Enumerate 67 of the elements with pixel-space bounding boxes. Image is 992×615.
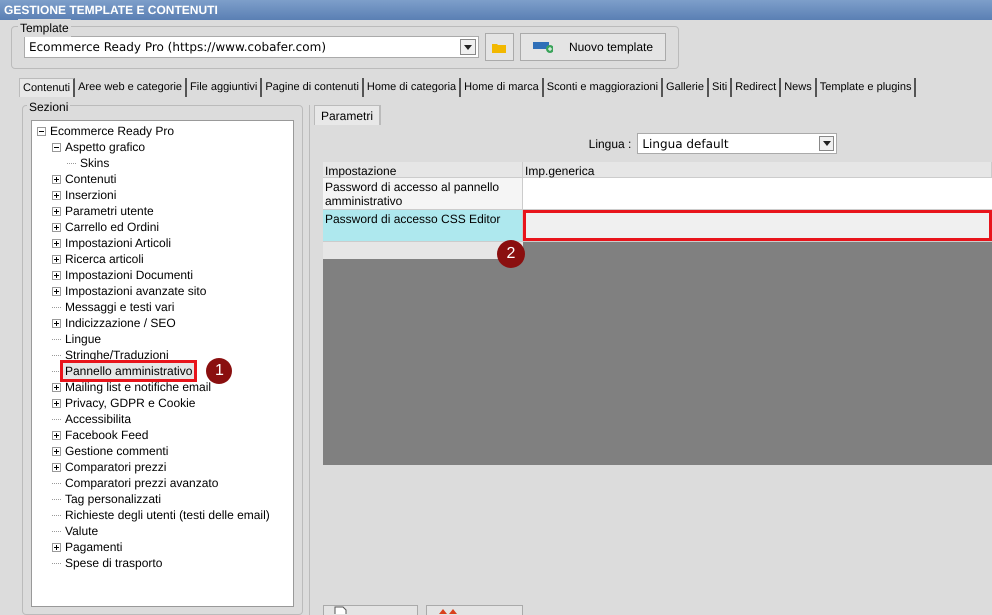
tree-item[interactable]: Aspetto grafico [63,139,148,155]
expand-icon[interactable] [52,238,60,248]
new-template-button[interactable]: Nuovo template [520,33,666,62]
expand-icon[interactable] [52,462,60,472]
tab[interactable]: Contenuti [19,78,76,97]
delete-button[interactable] [426,605,523,615]
language-label: Lingua : [588,136,632,152]
tree-item[interactable]: Ricerca articoli [63,251,146,267]
edit-button[interactable] [323,605,418,615]
tree-item[interactable]: Parametri utente [63,203,156,219]
expand-icon[interactable] [52,398,60,408]
expand-icon[interactable] [52,430,60,440]
tree-item[interactable]: Lingue [63,331,104,347]
value-field[interactable] [523,210,992,241]
tree-item[interactable]: Pagamenti [63,539,124,555]
tree-item[interactable]: Indicizzazione / SEO [63,315,178,331]
collapse-icon[interactable] [36,126,46,136]
tree-item[interactable]: Stringhe/Traduzioni [63,347,171,363]
expand-icon[interactable] [52,206,60,216]
tree-item[interactable]: Spese di trasporto [63,555,164,571]
group-label: Template [18,18,71,37]
tree-item[interactable]: Comparatori prezzi [63,459,168,475]
folder-icon [492,42,506,53]
table-cell: Password di accesso CSS Editor [323,210,523,241]
tree-item[interactable]: Impostazioni Articoli [63,235,174,251]
dropdown-caret-icon [460,39,476,56]
tree-item[interactable]: Facebook Feed [63,427,150,443]
tree-item[interactable]: Impostazioni avanzate sito [63,283,208,299]
tree-item[interactable]: Skins [78,155,112,171]
tab[interactable]: Aree web e categorie [75,78,188,97]
tree-item[interactable]: Pannello amministrativo [63,363,194,379]
tree-item[interactable]: Accessibilita [63,411,134,427]
expand-icon[interactable] [52,174,60,184]
collapse-icon[interactable] [52,142,60,152]
expand-icon[interactable] [52,270,60,280]
expand-icon[interactable] [52,190,60,200]
tree-item[interactable]: Richieste degli utenti (testi delle email) [63,507,272,523]
expand-icon[interactable] [52,222,60,232]
column-header: Imp.generica [523,162,992,177]
tree-item[interactable]: Ecommerce Ready Pro [48,123,176,139]
expand-icon[interactable] [52,446,60,456]
callout-badge: 2 [497,240,525,268]
column-header: Impostazione [323,162,523,177]
expand-icon[interactable] [52,542,60,552]
tree-item[interactable]: Carrello ed Ordini [63,219,162,235]
dropdown-caret-icon [819,136,834,151]
tree-item[interactable]: Comparatori prezzi avanzato [63,475,220,491]
expand-icon[interactable] [52,318,60,328]
tree-item[interactable]: Privacy, GDPR e Cookie [63,395,198,411]
tree-item[interactable]: Impostazioni Documenti [63,267,196,283]
template-dropdown[interactable]: Ecommerce Ready Pro (https://www.cobafer.com) [24,36,479,58]
tree-item[interactable]: Contenuti [63,171,118,187]
tree-item[interactable]: Messaggi e testi vari [63,299,176,315]
tree-item[interactable]: Inserzioni [63,187,118,203]
window-title: GESTIONE TEMPLATE E CONTENUTI [0,0,992,20]
tree-item[interactable]: Tag personalizzati [63,491,164,507]
table-cell: Password di accesso al pannello amministrativo [323,178,523,209]
document-icon [334,606,348,614]
tree-item[interactable]: Gestione commenti [63,443,170,459]
add-template-icon [533,41,553,54]
expand-icon[interactable] [52,382,60,392]
language-dropdown[interactable]: Lingua default [637,133,838,154]
tab[interactable]: Parametri [314,105,382,125]
expand-icon[interactable] [52,286,60,296]
expand-icon[interactable] [52,254,60,264]
tree-item[interactable]: Valute [63,523,100,539]
value-field[interactable] [523,178,992,209]
